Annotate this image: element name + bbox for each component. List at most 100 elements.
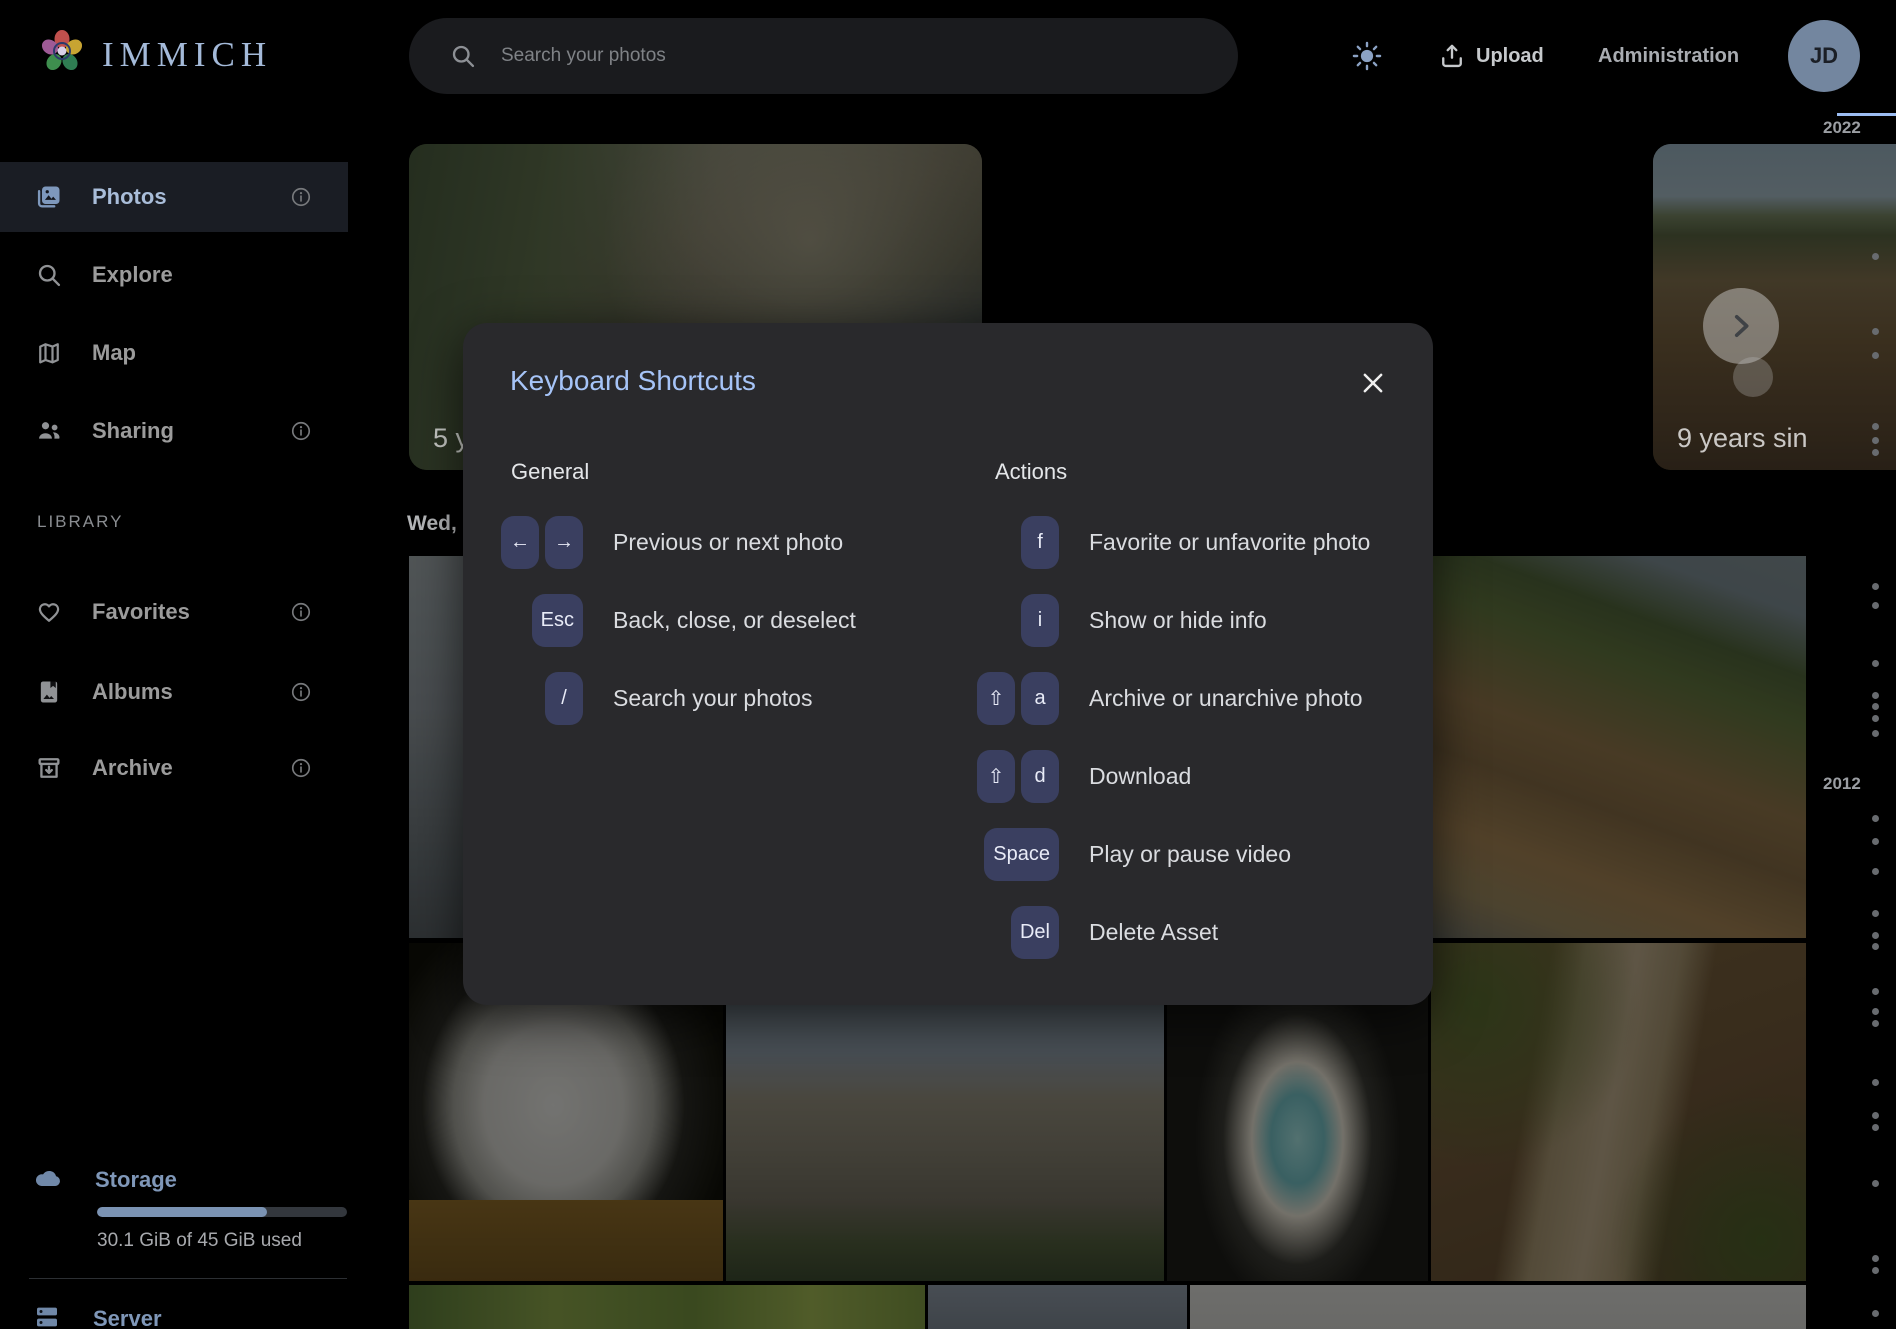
server-heading: Server <box>93 1306 162 1329</box>
administration-link[interactable]: Administration <box>1598 30 1739 82</box>
storage-progress-bar <box>97 1207 347 1217</box>
info-icon <box>290 186 312 208</box>
date-group-header: Wed, <box>407 512 457 536</box>
archive-icon <box>35 754 63 782</box>
scrubber-dot <box>1872 1255 1879 1262</box>
shortcut-keys: ←→ <box>499 516 583 569</box>
keycap: Space <box>984 828 1059 881</box>
sidebar-item-sharing[interactable]: Sharing <box>0 396 348 466</box>
shortcut-row: ←→ Previous or next photo <box>499 503 983 581</box>
photo-thumbnail[interactable] <box>928 1285 1187 1329</box>
info-icon <box>290 601 312 623</box>
info-icon <box>290 757 312 779</box>
sharing-people-icon <box>35 417 63 445</box>
search-input[interactable] <box>499 44 1143 68</box>
shortcut-label: Show or hide info <box>1089 607 1267 634</box>
scrubber-dot <box>1872 703 1879 710</box>
scrubber-dot <box>1872 1112 1879 1119</box>
shortcut-keys: ⇧d <box>983 750 1059 803</box>
sidebar-item-label: Favorites <box>92 599 190 625</box>
close-icon <box>1358 368 1388 398</box>
scrubber-dot <box>1872 910 1879 917</box>
scrubber-dot <box>1872 1020 1879 1027</box>
chevron-right-icon <box>1724 309 1758 343</box>
sidebar: Photos Explore <box>0 112 348 1329</box>
shortcut-label: Play or pause video <box>1089 841 1291 868</box>
heart-icon <box>35 598 63 626</box>
shortcut-keys: / <box>499 672 583 725</box>
map-icon <box>35 339 63 367</box>
shortcut-label: Previous or next photo <box>613 529 843 556</box>
scrubber-dot <box>1872 449 1879 456</box>
sidebar-item-explore[interactable]: Explore <box>0 240 348 310</box>
administration-label: Administration <box>1598 45 1739 68</box>
theme-toggle-button[interactable] <box>1341 30 1393 82</box>
scrubber-dot <box>1872 1079 1879 1086</box>
upload-label: Upload <box>1476 45 1544 68</box>
keycap: f <box>1021 516 1059 569</box>
scrubber-dot <box>1872 1124 1879 1131</box>
sidebar-item-label: Explore <box>92 262 173 288</box>
keycap: → <box>545 516 583 569</box>
sun-icon <box>1351 40 1383 72</box>
shortcut-label: Back, close, or deselect <box>613 607 856 634</box>
sidebar-item-photos[interactable]: Photos <box>0 162 348 232</box>
info-icon <box>290 681 312 703</box>
scrubber-dot <box>1872 253 1879 260</box>
user-avatar[interactable]: JD <box>1788 20 1860 92</box>
close-button[interactable] <box>1351 361 1395 405</box>
keyboard-shortcuts-modal: Keyboard Shortcuts General ←→ Previous or … <box>463 323 1433 1005</box>
library-section-heading: LIBRARY <box>37 512 123 532</box>
sidebar-item-favorites[interactable]: Favorites <box>0 577 348 647</box>
sidebar-item-label: Map <box>92 340 136 366</box>
scrubber-dot <box>1872 1180 1879 1187</box>
storage-usage-text: 30.1 GiB of 45 GiB used <box>97 1230 302 1252</box>
scrubber-dot <box>1872 838 1879 845</box>
scrubber-dot <box>1872 868 1879 875</box>
shortcut-label: Archive or unarchive photo <box>1089 685 1363 712</box>
server-section: Server <box>0 1294 348 1329</box>
shortcut-row: /Search your photos <box>499 659 983 737</box>
cloud-icon <box>32 1162 64 1199</box>
keycap: a <box>1021 672 1059 725</box>
logo-wordmark: IMMICH <box>102 35 272 75</box>
keycap: i <box>1021 594 1059 647</box>
shortcut-keys: f <box>983 516 1059 569</box>
modal-title: Keyboard Shortcuts <box>510 365 756 397</box>
shortcut-keys: Space <box>983 828 1059 881</box>
shortcut-row: fFavorite or unfavorite photo <box>983 503 1397 581</box>
sidebar-item-label: Sharing <box>92 418 174 444</box>
upload-icon <box>1438 42 1466 70</box>
photo-thumbnail[interactable] <box>1190 1285 1806 1329</box>
scrubber-dot <box>1872 352 1879 359</box>
sidebar-item-map[interactable]: Map <box>0 318 348 388</box>
shortcut-keys: Esc <box>499 594 583 647</box>
shortcut-section-heading: Actions <box>995 458 1397 486</box>
scrubber-dot <box>1872 328 1879 335</box>
keycap: ⇧ <box>977 672 1015 725</box>
photos-icon <box>35 183 63 211</box>
immich-logo[interactable]: IMMICH <box>38 28 272 81</box>
scrubber-dot <box>1872 730 1879 737</box>
shortcut-row: i Show or hide info <box>983 581 1397 659</box>
keycap: Esc <box>532 594 583 647</box>
photo-thumbnail[interactable] <box>1431 943 1806 1281</box>
timeline-scrubber[interactable]: 2022 2012 <box>1815 112 1896 1329</box>
info-icon <box>290 420 312 442</box>
shortcut-section-heading: General <box>511 458 983 486</box>
storage-progress-fill <box>97 1207 267 1217</box>
shortcut-column: Actions fFavorite or unfavorite photo i Sho… <box>983 458 1397 971</box>
upload-button[interactable]: Upload <box>1438 30 1544 82</box>
sidebar-item-albums[interactable]: Albums <box>0 657 348 727</box>
scrubber-dot <box>1872 943 1879 950</box>
sidebar-item-label: Archive <box>92 755 173 781</box>
sidebar-item-archive[interactable]: Archive <box>0 733 348 803</box>
scrubber-dot <box>1872 715 1879 722</box>
search-bar[interactable] <box>409 18 1238 94</box>
keycap: / <box>545 672 583 725</box>
memory-next-button[interactable] <box>1703 288 1779 364</box>
photo-thumbnail[interactable] <box>409 1285 925 1329</box>
scrubber-dot <box>1872 1267 1879 1274</box>
shortcut-row: ⇧dDownload <box>983 737 1397 815</box>
scrubber-dot <box>1872 660 1879 667</box>
